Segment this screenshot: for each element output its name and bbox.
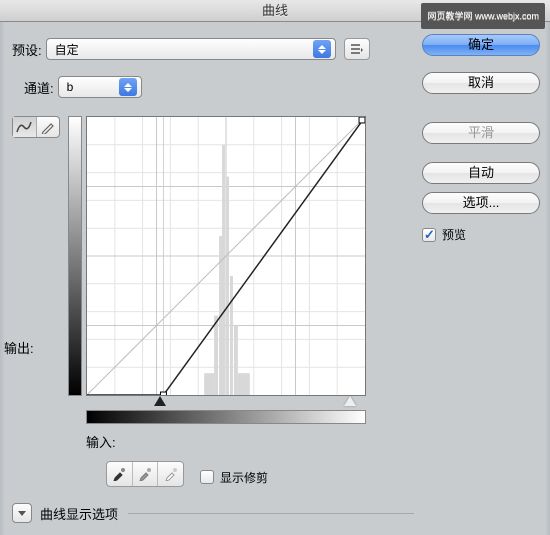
watermark-badge: 网页教学网 www.webjx.com <box>421 3 545 29</box>
gray-point-dropper[interactable] <box>133 462 159 486</box>
preset-value: 自定 <box>55 41 307 58</box>
window-titlebar: 曲线 网页教学网 www.webjx.com <box>0 0 550 22</box>
input-gradient <box>86 410 366 424</box>
window-title: 曲线 <box>262 3 288 18</box>
tool-buttons-group <box>12 116 60 138</box>
curve-tool-button[interactable] <box>13 117 37 137</box>
divider <box>128 513 414 514</box>
checkbox-icon <box>422 228 436 242</box>
preview-checkbox[interactable]: 预览 <box>422 226 540 243</box>
input-slider[interactable] <box>86 398 366 410</box>
channel-value: b <box>67 80 113 94</box>
output-gradient <box>68 116 82 396</box>
smooth-button: 平滑 <box>422 122 540 144</box>
gray-point-dropper-icon <box>138 467 152 481</box>
options-button[interactable]: 选项... <box>422 192 540 214</box>
white-point-dropper[interactable] <box>158 462 183 486</box>
curve-tool-icon <box>16 120 32 134</box>
white-point-slider[interactable] <box>344 396 356 406</box>
dropdown-arrows-icon <box>313 40 331 58</box>
checkbox-icon <box>200 470 214 484</box>
dropdown-arrows-icon <box>119 78 137 96</box>
eyedropper-group <box>106 461 184 487</box>
curve-options-disclosure[interactable] <box>12 503 32 523</box>
curves-graph[interactable] <box>86 116 366 396</box>
input-label: 输入: <box>86 432 116 451</box>
preview-label: 预览 <box>442 226 466 243</box>
preset-label: 预设: <box>12 40 42 59</box>
channel-label: 通道: <box>24 78 54 97</box>
pencil-tool-button[interactable] <box>37 117 60 137</box>
pencil-tool-icon <box>41 120 55 134</box>
curve-options-label: 曲线显示选项 <box>40 504 118 523</box>
black-point-dropper[interactable] <box>107 462 133 486</box>
black-point-dropper-icon <box>112 467 126 481</box>
show-clipping-checkbox[interactable]: 显示修剪 <box>200 469 268 486</box>
disclosure-triangle-icon <box>17 508 27 518</box>
menu-icon <box>350 42 364 56</box>
white-point-dropper-icon <box>164 467 178 481</box>
preset-menu-button[interactable] <box>344 38 370 60</box>
black-point-slider[interactable] <box>154 396 166 406</box>
channel-dropdown[interactable]: b <box>58 76 142 98</box>
ok-button[interactable]: 确定 <box>422 34 540 56</box>
show-clipping-label: 显示修剪 <box>220 469 268 486</box>
preset-dropdown[interactable]: 自定 <box>46 38 336 60</box>
cancel-button[interactable]: 取消 <box>422 72 540 94</box>
output-label: 输出: <box>4 338 34 357</box>
auto-button[interactable]: 自动 <box>422 162 540 184</box>
